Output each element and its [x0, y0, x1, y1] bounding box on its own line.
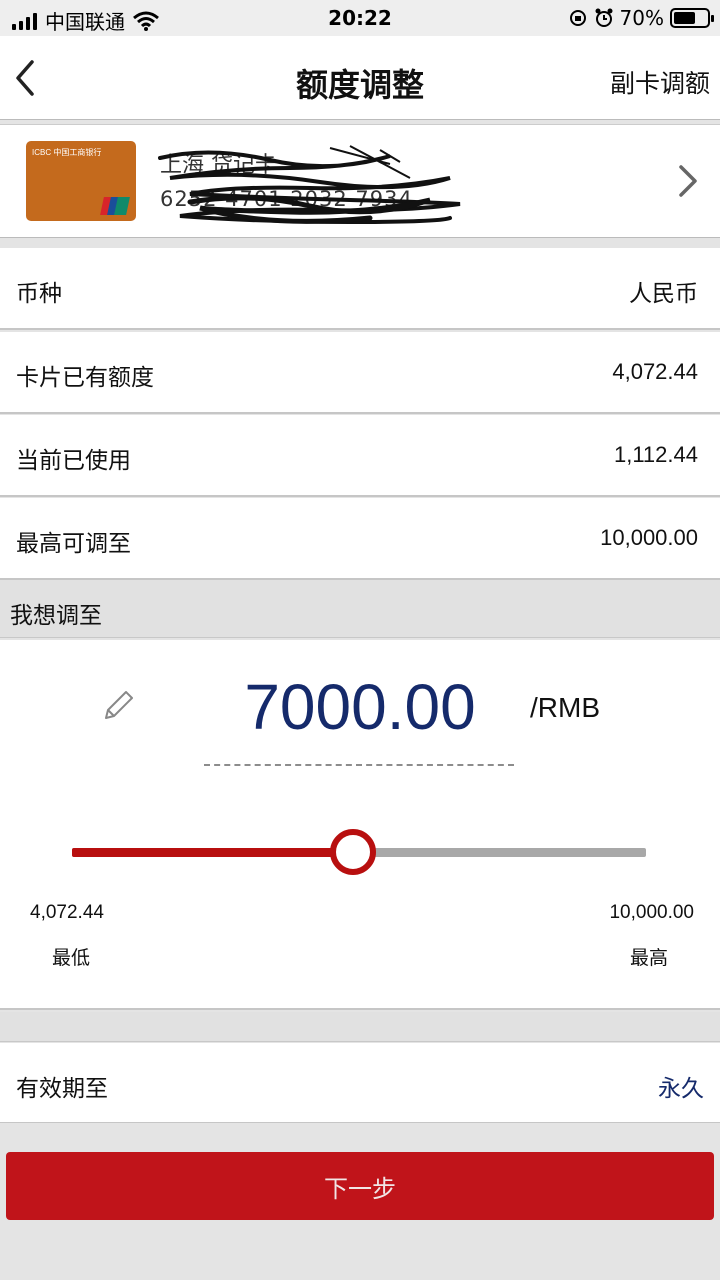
existing-limit-row: 卡片已有额度 4,072.44	[0, 332, 720, 414]
validity-label: 有效期至	[16, 1076, 108, 1102]
slider-thumb[interactable]	[330, 829, 377, 875]
next-step-button[interactable]: 下一步	[6, 1152, 714, 1220]
row-value: 1,112.44	[613, 442, 698, 467]
battery-percent: 70%	[619, 6, 664, 30]
validity-value[interactable]: 永久	[658, 1069, 704, 1103]
slider-max-value: 10,000.00	[609, 902, 694, 923]
max-adjustable-row: 最高可调至 10,000.00	[0, 498, 720, 580]
amount-input[interactable]: 7000.00	[0, 670, 720, 744]
row-label: 最高可调至	[16, 531, 131, 557]
slider-min-label: 最低	[52, 947, 91, 969]
row-label: 币种	[16, 281, 62, 307]
alarm-icon	[595, 8, 613, 27]
slider-min-value: 4,072.44	[30, 902, 104, 923]
row-label: 当前已使用	[16, 448, 131, 474]
card-image: ICBC 中国工商银行	[26, 141, 136, 221]
divider	[0, 1012, 720, 1042]
unionpay-logo	[100, 197, 130, 215]
row-label: 卡片已有额度	[16, 365, 154, 391]
limit-slider[interactable]	[72, 829, 646, 875]
row-value: 人民币	[629, 281, 698, 307]
amount-underline	[204, 764, 514, 766]
secondary-card-adjust-button[interactable]: 副卡调额	[610, 64, 710, 100]
row-value: 4,072.44	[612, 359, 698, 384]
bank-logo: ICBC 中国工商银行	[32, 148, 102, 157]
orientation-lock-icon	[569, 10, 586, 26]
slider-fill	[72, 848, 354, 857]
validity-row[interactable]: 有效期至 永久	[0, 1043, 720, 1123]
section-header: 我想调至	[0, 580, 720, 638]
used-amount-row: 当前已使用 1,112.44	[0, 415, 720, 497]
redaction-scribble	[158, 145, 461, 225]
row-value: 10,000.00	[600, 525, 698, 550]
nav-bar: 额度调整 副卡调额	[0, 36, 720, 120]
status-bar: 中国联通 20:22 70%	[0, 0, 720, 36]
adjust-panel: 7000.00 /RMB 4,072.44 10,000.00 最低 最高	[0, 640, 720, 1010]
slider-max-label: 最高	[629, 947, 668, 969]
currency-row: 币种 人民币	[0, 248, 720, 330]
battery-icon	[670, 8, 714, 28]
section-label: 我想调至	[10, 603, 102, 629]
chevron-right-icon	[679, 165, 697, 197]
amount-unit: /RMB	[530, 692, 600, 723]
